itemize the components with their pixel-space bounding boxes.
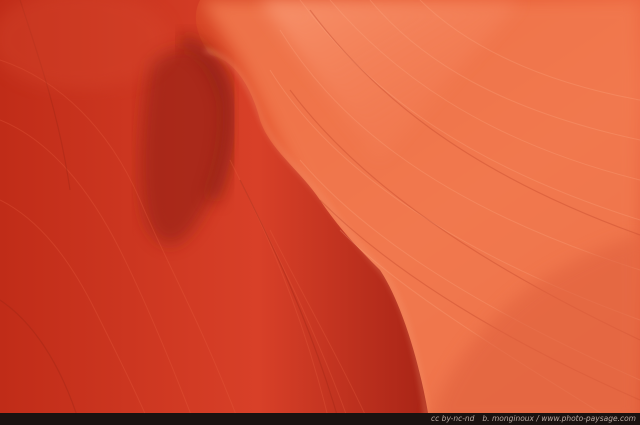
author-credit: b. monginoux / www.photo-paysage.com	[482, 414, 636, 423]
sandstone-photo	[0, 0, 640, 425]
photo-frame: cc by-nc-nd b. monginoux / www.photo-pay…	[0, 0, 640, 425]
credit-strip: cc by-nc-nd b. monginoux / www.photo-pay…	[0, 413, 640, 425]
license-text: cc by-nc-nd	[431, 414, 475, 423]
